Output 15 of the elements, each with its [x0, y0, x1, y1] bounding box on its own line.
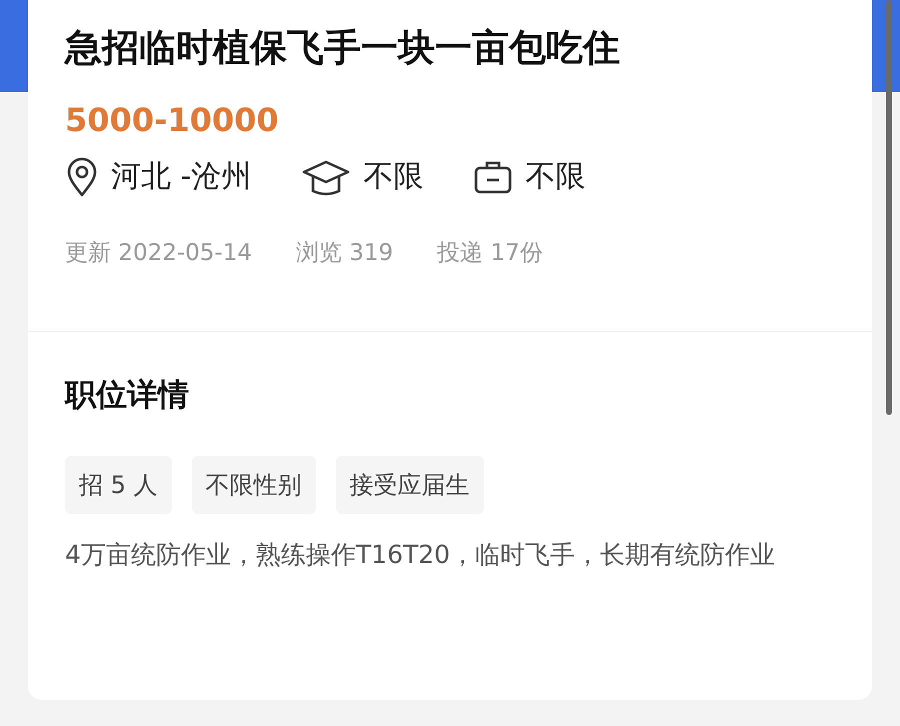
job-title: 急招临时植保飞手一块一亩包吃住 — [65, 25, 621, 71]
requirement-text: 河北 -沧州 — [111, 158, 252, 196]
salary: 5000-10000 — [65, 100, 280, 141]
stat-text: 更新 2022-05-14 — [65, 239, 252, 268]
job-description: 4万亩统防作业，熟练操作T16T20，临时飞手，长期有统防作业 — [65, 539, 776, 571]
stat-text: 浏览 319 — [296, 239, 394, 268]
tag: 不限性别 — [192, 456, 316, 514]
requirement-text: 不限 — [363, 158, 424, 196]
requirement-text: 不限 — [525, 158, 586, 196]
section-heading: 职位详情 — [65, 376, 190, 415]
stat-text: 投递 17份 — [437, 239, 543, 268]
tag: 接受应届生 — [336, 456, 484, 514]
tag: 招 5 人 — [65, 456, 172, 514]
location-pin-icon — [65, 156, 99, 196]
briefcase-icon — [473, 158, 514, 194]
